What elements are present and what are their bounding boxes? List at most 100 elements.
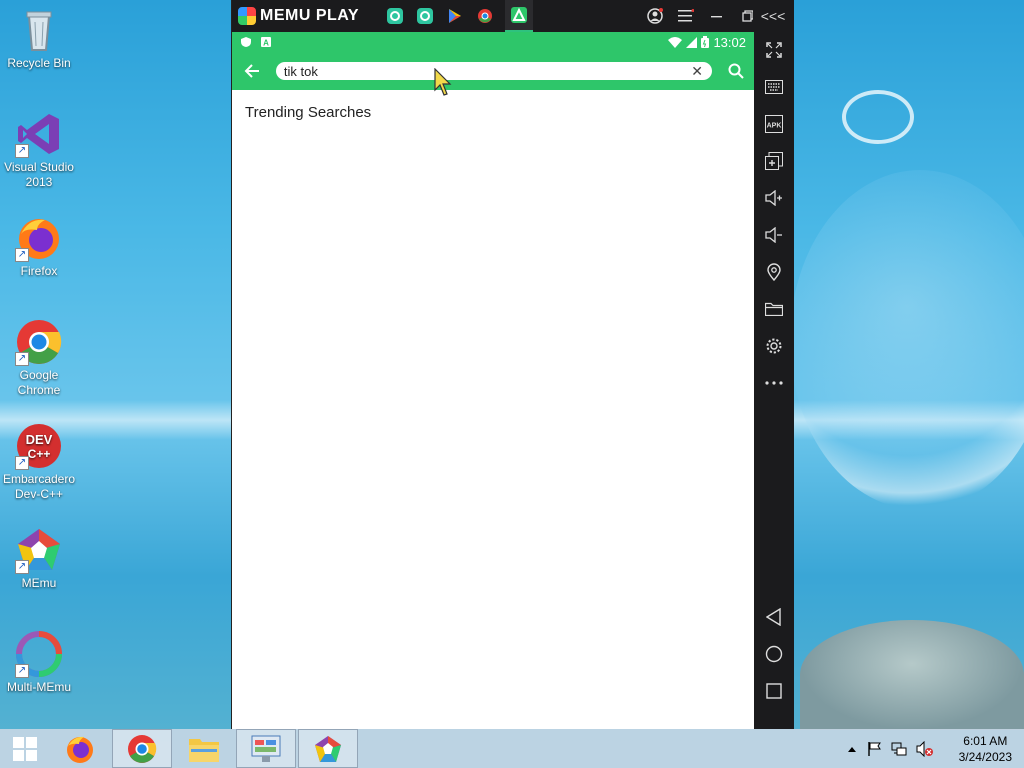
search-toolbar: ✕ (232, 52, 754, 90)
svg-text:A: A (263, 39, 269, 48)
recycle-bin-icon (15, 6, 63, 54)
windows-logo-icon (13, 736, 37, 761)
volume-up-button[interactable] (762, 186, 786, 210)
wallpaper-bubble (790, 170, 1024, 510)
memu-window: MEMU PLAY A 13:02 tik tok ✕ Trending Sea… (231, 0, 794, 729)
location-pin-icon (767, 263, 781, 281)
clock-time: 6:01 AM (963, 733, 1008, 748)
keyboard-button[interactable] (762, 75, 786, 99)
back-button[interactable] (238, 57, 266, 85)
shortcut-arrow-icon: ↗ (15, 456, 29, 470)
app-circle-icon (387, 8, 404, 24)
more-dots-icon (765, 381, 783, 385)
search-button[interactable] (724, 59, 748, 83)
tab-play-store[interactable] (445, 6, 465, 26)
chevron-up-icon[interactable] (847, 745, 857, 753)
visual-studio-icon: ↗ (15, 110, 63, 158)
volume-down-button[interactable] (762, 223, 786, 247)
gear-icon (766, 338, 782, 354)
clear-search-button[interactable]: ✕ (690, 63, 704, 80)
search-input[interactable] (283, 63, 691, 79)
desktop-icon-dev-cpp[interactable]: DEV C++ ↗ Embarcadero Dev-C++ (2, 422, 76, 502)
status-time: 13:02 (713, 34, 746, 50)
desktop-icon-label: MEmu (21, 576, 57, 590)
shared-folder-button[interactable] (762, 297, 786, 321)
desktop-icon-visual-studio[interactable]: ↗ Visual Studio 2013 (2, 110, 76, 190)
play-store-icon (449, 9, 462, 23)
keyboard-icon (765, 80, 783, 94)
desktop-icon-label: Multi-MEmu (6, 680, 71, 694)
desktop-icon-label: Google Chrome (17, 368, 61, 397)
memu-icon (315, 735, 341, 762)
clock-date: 3/24/2023 (958, 749, 1012, 764)
circle-home-icon (765, 645, 783, 663)
taskbar-clock[interactable]: 6:01 AM 3/24/2023 (959, 733, 1012, 765)
android-screen: A 13:02 ✕ Trending Searches (232, 32, 754, 729)
mouse-cursor-icon (434, 68, 452, 96)
memu-logo: MEMU PLAY (238, 7, 359, 25)
tab-app-1[interactable] (385, 6, 405, 26)
menu-button[interactable] (670, 0, 701, 32)
memu-app-tabs (385, 0, 534, 32)
memu-logo-icon (238, 7, 256, 25)
desktop-icon-label: Recycle Bin (7, 56, 71, 70)
account-icon (646, 8, 663, 24)
android-home-button[interactable] (762, 642, 786, 666)
taskbar-firefox[interactable] (50, 729, 110, 768)
multi-instance-button[interactable] (762, 149, 786, 173)
firefox-icon (67, 736, 93, 763)
shortcut-arrow-icon: ↗ (15, 248, 29, 262)
desktop-icon-firefox[interactable]: ↗ Firefox (2, 214, 76, 279)
svg-text:APK: APK (767, 123, 782, 130)
location-button[interactable] (762, 260, 786, 284)
minimize-icon (710, 16, 722, 18)
square-recents-icon (766, 683, 782, 699)
android-back-button[interactable] (762, 605, 786, 629)
settings-button[interactable] (762, 334, 786, 358)
taskbar-chrome[interactable] (112, 729, 172, 768)
collapse-sidebar-button[interactable]: <<< (753, 0, 793, 32)
control-panel-icon (251, 735, 281, 762)
more-button[interactable] (762, 371, 786, 395)
multi-memu-icon: ↗ (15, 630, 63, 678)
firefox-icon: ↗ (15, 214, 63, 262)
fullscreen-icon (766, 42, 782, 58)
windows-taskbar: 6:01 AM 3/24/2023 (0, 729, 1024, 768)
memu-titlebar: MEMU PLAY (232, 0, 794, 32)
taskbar-file-explorer[interactable] (174, 729, 234, 768)
svg-text:DEV: DEV (26, 432, 53, 447)
shortcut-arrow-icon: ↗ (15, 560, 29, 574)
desktop-icon-recycle-bin[interactable]: Recycle Bin (2, 6, 76, 71)
apk-notification-icon: A (261, 37, 271, 48)
taskbar-memu[interactable] (298, 729, 358, 768)
dev-cpp-icon: DEV C++ ↗ (15, 422, 63, 470)
tab-chrome[interactable] (475, 6, 495, 26)
android-recents-button[interactable] (762, 679, 786, 703)
tab-apkpure-active[interactable] (505, 0, 534, 32)
volume-muted-icon[interactable] (916, 740, 934, 757)
apk-icon: APK (765, 115, 783, 133)
tab-app-2[interactable] (415, 6, 435, 26)
taskbar-control-panel[interactable] (236, 729, 296, 768)
desktop-icon-multi-memu[interactable]: ↗ Multi-MEmu (2, 630, 76, 695)
chrome-icon (128, 734, 157, 763)
account-button[interactable] (639, 0, 670, 32)
arrow-left-icon (244, 64, 259, 78)
wallpaper-ring (842, 90, 914, 144)
restore-icon (741, 10, 754, 22)
apk-install-button[interactable]: APK (762, 112, 786, 136)
volume-up-icon (765, 190, 782, 206)
battery-icon (701, 36, 710, 48)
desktop-icon-memu[interactable]: ↗ MEmu (2, 526, 76, 591)
search-box[interactable]: ✕ (275, 62, 713, 80)
trending-searches-heading: Trending Searches (245, 104, 372, 121)
shield-icon (241, 37, 251, 47)
minimize-button[interactable] (701, 0, 732, 32)
desktop-icon-google-chrome[interactable]: ↗ Google Chrome (2, 318, 76, 398)
start-button[interactable] (0, 729, 50, 768)
action-center-flag-icon[interactable] (866, 741, 882, 757)
memu-brand: MEMU PLAY (260, 7, 360, 24)
fullscreen-button[interactable] (762, 38, 786, 62)
shortcut-arrow-icon: ↗ (15, 664, 29, 678)
network-icon[interactable] (891, 741, 907, 757)
